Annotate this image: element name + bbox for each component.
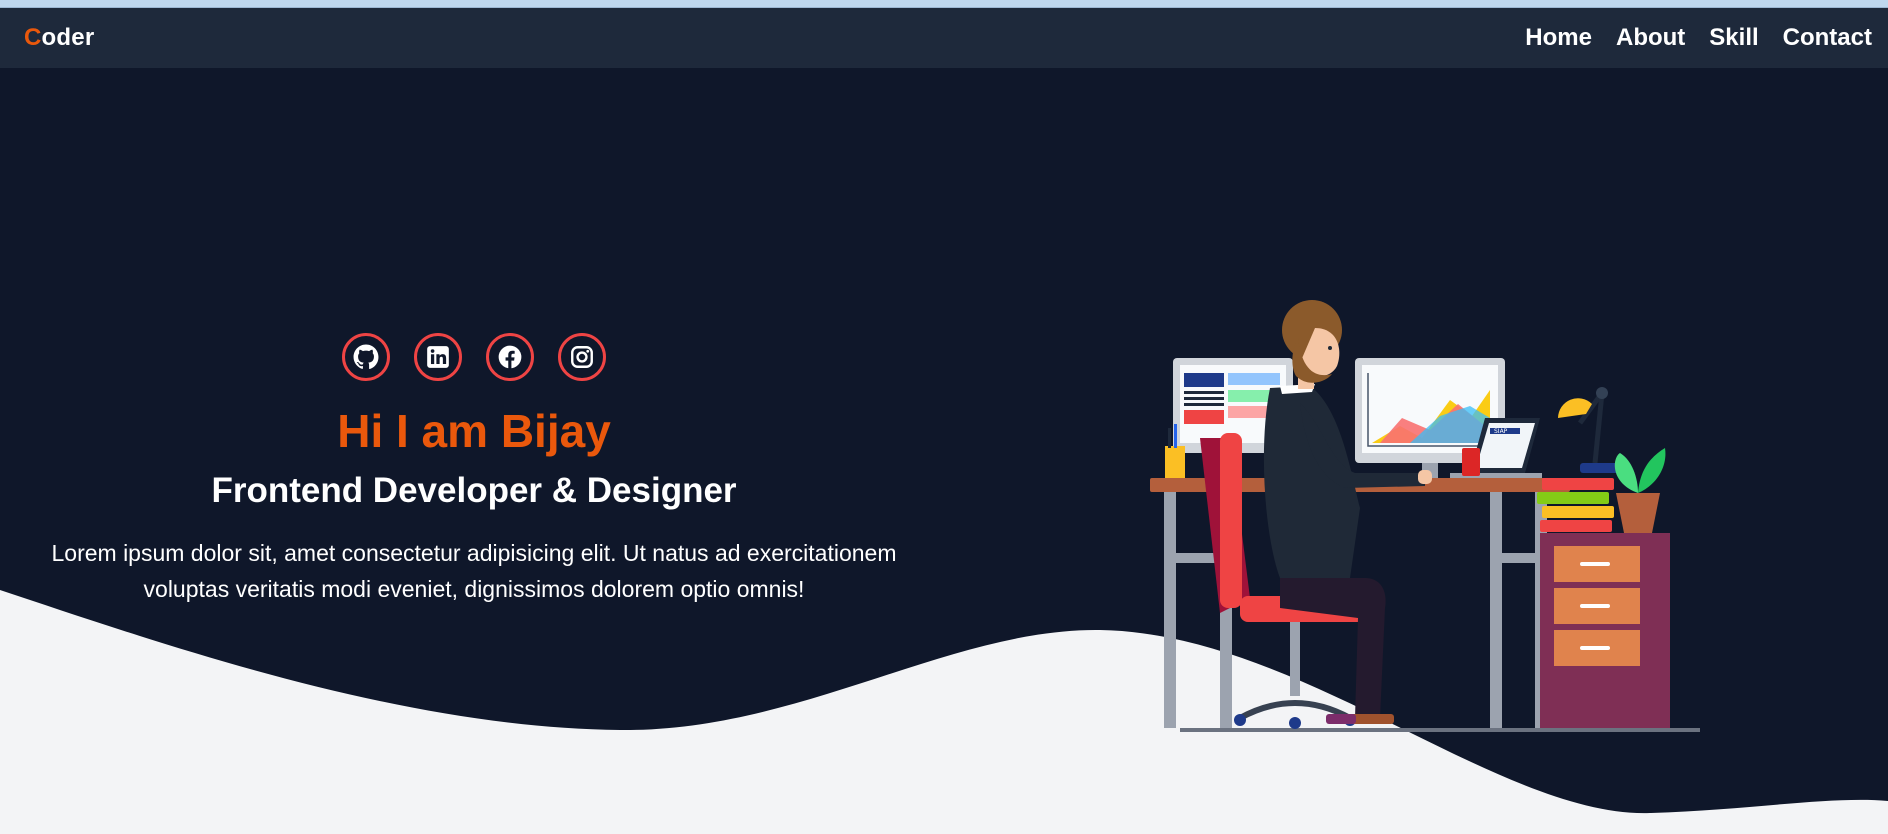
facebook-icon (498, 345, 522, 369)
hero-intro: Hi I am Bijay Frontend Developer & Desig… (0, 333, 948, 607)
hero-subtitle: Frontend Developer & Designer (211, 471, 737, 510)
navbar: Coder Home About Skill Contact (0, 8, 1888, 68)
hero-section: Hi I am Bijay Frontend Developer & Desig… (0, 68, 1888, 834)
nav-skill-link[interactable]: Skill (1709, 24, 1758, 52)
nav-home-link[interactable]: Home (1525, 24, 1592, 52)
nav-about-link[interactable]: About (1616, 24, 1685, 52)
logo-initial: C (24, 24, 42, 51)
instagram-link[interactable] (558, 333, 606, 381)
logo[interactable]: Coder (24, 24, 94, 52)
nav-contact-link[interactable]: Contact (1783, 24, 1872, 52)
linkedin-icon (427, 346, 449, 368)
github-icon (353, 344, 379, 369)
hero-description: Lorem ipsum dolor sit, amet consectetur … (51, 540, 897, 602)
facebook-link[interactable] (486, 333, 534, 381)
instagram-icon (571, 346, 593, 368)
hero-title: Hi I am Bijay (337, 405, 611, 457)
logo-text: oder (41, 24, 95, 51)
linkedin-link[interactable] (414, 333, 462, 381)
developer-desk-illustration: SIAP (1150, 300, 1700, 732)
social-links (0, 333, 948, 381)
github-link[interactable] (342, 333, 390, 381)
browser-top-strip (0, 0, 1888, 8)
laptop-screen-text: SIAP (1494, 428, 1508, 435)
main-nav: Home About Skill Contact (1525, 24, 1872, 52)
